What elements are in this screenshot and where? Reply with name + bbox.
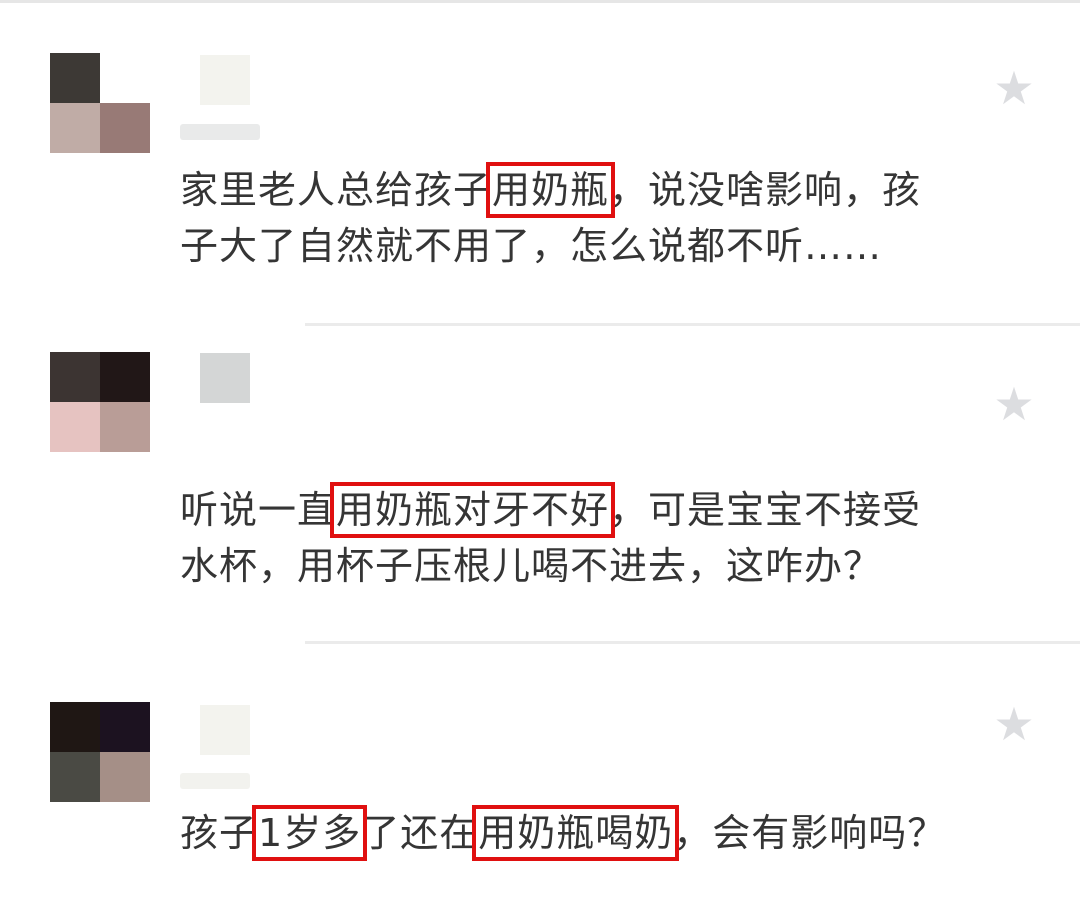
star-icon[interactable]: ★: [990, 64, 1038, 112]
user-avatar[interactable]: [50, 702, 150, 802]
timestamp-blurred: [180, 773, 250, 789]
comment-divider: [305, 641, 1080, 644]
comment-line: 孩子1岁多了还在用奶瓶喝奶，会有影响吗？: [180, 805, 1040, 861]
username-blurred: [200, 353, 250, 403]
text-segment: 了还在: [361, 811, 479, 855]
comment-item-2: ★ 听说一直用奶瓶对牙不好，可是宝宝不接受 水杯，用杯子压根儿喝不进去，这咋办？: [0, 325, 1080, 645]
avatar-pixel: [50, 103, 100, 153]
avatar-pixel: [50, 53, 100, 103]
avatar-pixel: [50, 352, 100, 402]
timestamp-blurred: [180, 124, 260, 140]
avatar-pixel: [100, 53, 150, 103]
comment-item-1: ★ 家里老人总给孩子用奶瓶，说没啥影响，孩 子大了自然就不用了，怎么说都不听……: [0, 0, 1080, 325]
comment-text: 家里老人总给孩子用奶瓶，说没啥影响，孩 子大了自然就不用了，怎么说都不听……: [180, 162, 1040, 274]
username-blurred: [200, 55, 250, 105]
text-segment: ，说没啥影响，孩: [609, 168, 922, 212]
text-segment: 孩子: [180, 811, 259, 855]
star-icon[interactable]: ★: [990, 700, 1038, 748]
user-avatar[interactable]: [50, 352, 150, 452]
text-segment: 水杯，用杯子压根儿喝不进去，这咋办？: [180, 544, 883, 588]
highlight-box: 用奶瓶: [486, 162, 616, 218]
comment-line: 听说一直用奶瓶对牙不好，可是宝宝不接受: [180, 482, 1040, 538]
text-segment: 听说一直: [180, 488, 337, 532]
comment-line: 水杯，用杯子压根儿喝不进去，这咋办？: [180, 538, 1040, 594]
star-icon[interactable]: ★: [990, 380, 1038, 428]
text-segment: 家里老人总给孩子: [180, 168, 493, 212]
highlight-box: 用奶瓶喝奶: [472, 805, 680, 861]
text-segment: 子大了自然就不用了，怎么说都不听……: [180, 224, 883, 268]
comment-line: 家里老人总给孩子用奶瓶，说没啥影响，孩: [180, 162, 1040, 218]
text-segment: ，可是宝宝不接受: [609, 488, 922, 532]
username-blurred: [200, 705, 250, 755]
user-avatar[interactable]: [50, 53, 150, 153]
avatar-pixel: [100, 352, 150, 402]
avatar-pixel: [100, 702, 150, 752]
avatar-pixel: [100, 103, 150, 153]
avatar-pixel: [50, 402, 100, 452]
comment-text: 听说一直用奶瓶对牙不好，可是宝宝不接受 水杯，用杯子压根儿喝不进去，这咋办？: [180, 482, 1040, 594]
avatar-pixel: [50, 752, 100, 802]
avatar-pixel: [50, 702, 100, 752]
highlight-box: 用奶瓶对牙不好: [330, 482, 616, 538]
avatar-pixel: [100, 752, 150, 802]
comment-text: 孩子1岁多了还在用奶瓶喝奶，会有影响吗？: [180, 805, 1040, 861]
text-segment: ，会有影响吗？: [673, 811, 947, 855]
comment-item-3: ★ 孩子1岁多了还在用奶瓶喝奶，会有影响吗？: [0, 645, 1080, 903]
comment-line: 子大了自然就不用了，怎么说都不听……: [180, 218, 1040, 274]
highlight-box: 1岁多: [252, 805, 368, 861]
avatar-pixel: [100, 402, 150, 452]
